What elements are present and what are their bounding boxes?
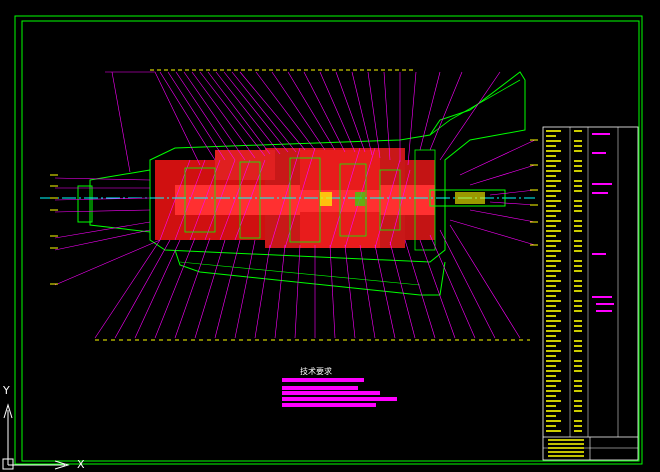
title-block (542, 126, 639, 461)
ucs-axis-icon (2, 403, 70, 470)
cad-drawing-canvas[interactable] (0, 0, 660, 472)
notes-bars (282, 378, 397, 407)
technical-requirements-title: 技术要求 (300, 367, 332, 376)
ucs-x-label: X (77, 458, 85, 471)
gearbox-section-view (40, 71, 535, 296)
ucs-y-label: Y (3, 384, 10, 397)
